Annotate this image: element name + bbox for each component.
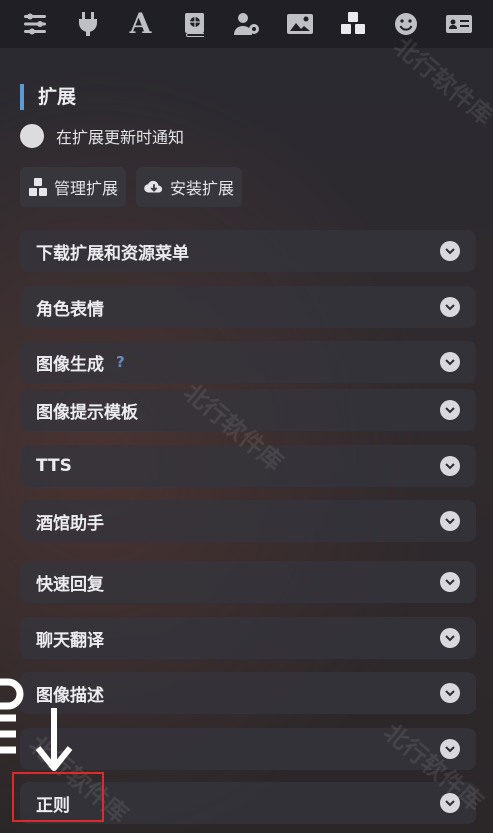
chevron-down-icon	[440, 628, 460, 648]
cubes-icon	[29, 178, 47, 196]
accordion-image-captioning[interactable]: 图像描述	[20, 672, 476, 714]
cloud-download-icon	[144, 180, 163, 193]
help-icon[interactable]: ?	[116, 353, 125, 371]
extension-buttons: 管理扩展 安装扩展	[20, 167, 252, 207]
section-title: 扩展	[20, 84, 76, 110]
accordion-label-text: 图像生成	[36, 354, 104, 375]
accordion-label: TTS	[36, 456, 72, 476]
annotation-glyph-fragment	[0, 678, 24, 754]
arrow-down-icon	[35, 708, 73, 771]
manage-extensions-label: 管理扩展	[54, 179, 119, 198]
chevron-down-icon	[440, 793, 460, 813]
chevron-down-icon	[440, 683, 460, 703]
chevron-down-icon	[440, 456, 460, 476]
book-globe-icon[interactable]	[177, 9, 211, 39]
accordion-label: 快速回复	[36, 574, 104, 595]
accordion-chat-translation[interactable]: 聊天翻译	[20, 617, 476, 659]
accordion-tts[interactable]: TTS	[20, 445, 476, 487]
install-extension-label: 安装扩展	[170, 179, 235, 198]
manage-extensions-button[interactable]: 管理扩展	[20, 167, 127, 207]
accordion-label: 下载扩展和资源菜单	[36, 243, 189, 264]
chevron-down-icon	[440, 400, 460, 420]
chevron-down-icon	[440, 241, 460, 261]
chevron-down-icon	[440, 297, 460, 317]
accordion-character-expressions[interactable]: 角色表情	[20, 286, 476, 328]
annotation-highlight-box	[12, 772, 104, 822]
accordion-obscured-item[interactable]	[20, 728, 476, 770]
id-card-icon[interactable]	[442, 9, 476, 39]
smiley-icon[interactable]	[389, 9, 423, 39]
accordion-label: 聊天翻译	[36, 630, 104, 651]
plug-icon[interactable]	[71, 9, 105, 39]
accordion-label: 图像提示模板	[36, 402, 138, 423]
install-extension-button[interactable]: 安装扩展	[136, 167, 243, 207]
cubes-icon[interactable]	[336, 9, 370, 39]
accordion-image-generation[interactable]: 图像生成 ?	[20, 341, 476, 383]
accordion-label: 酒馆助手	[36, 513, 104, 534]
chevron-down-icon	[440, 352, 460, 372]
notify-row: 在扩展更新时通知	[20, 124, 184, 148]
accordion-tavern-helper[interactable]: 酒馆助手	[20, 500, 476, 542]
font-icon[interactable]: A	[124, 9, 158, 39]
user-gear-icon[interactable]	[230, 9, 264, 39]
chevron-down-icon	[440, 572, 460, 592]
accordion-label: 图像描述	[36, 685, 104, 706]
image-icon[interactable]	[283, 9, 317, 39]
top-toolbar: A	[0, 0, 493, 48]
notify-label: 在扩展更新时通知	[56, 128, 185, 147]
chevron-down-icon	[440, 739, 460, 759]
accordion-download-extensions[interactable]: 下载扩展和资源菜单	[20, 230, 476, 272]
accordion-quick-reply[interactable]: 快速回复	[20, 561, 476, 603]
accordion-label: 图像生成 ?	[36, 350, 125, 375]
notify-toggle[interactable]	[20, 124, 44, 148]
accordion-image-prompt-templates[interactable]: 图像提示模板	[20, 389, 476, 431]
chevron-down-icon	[440, 511, 460, 531]
sliders-icon[interactable]	[18, 9, 52, 39]
accordion-label: 角色表情	[36, 299, 104, 320]
